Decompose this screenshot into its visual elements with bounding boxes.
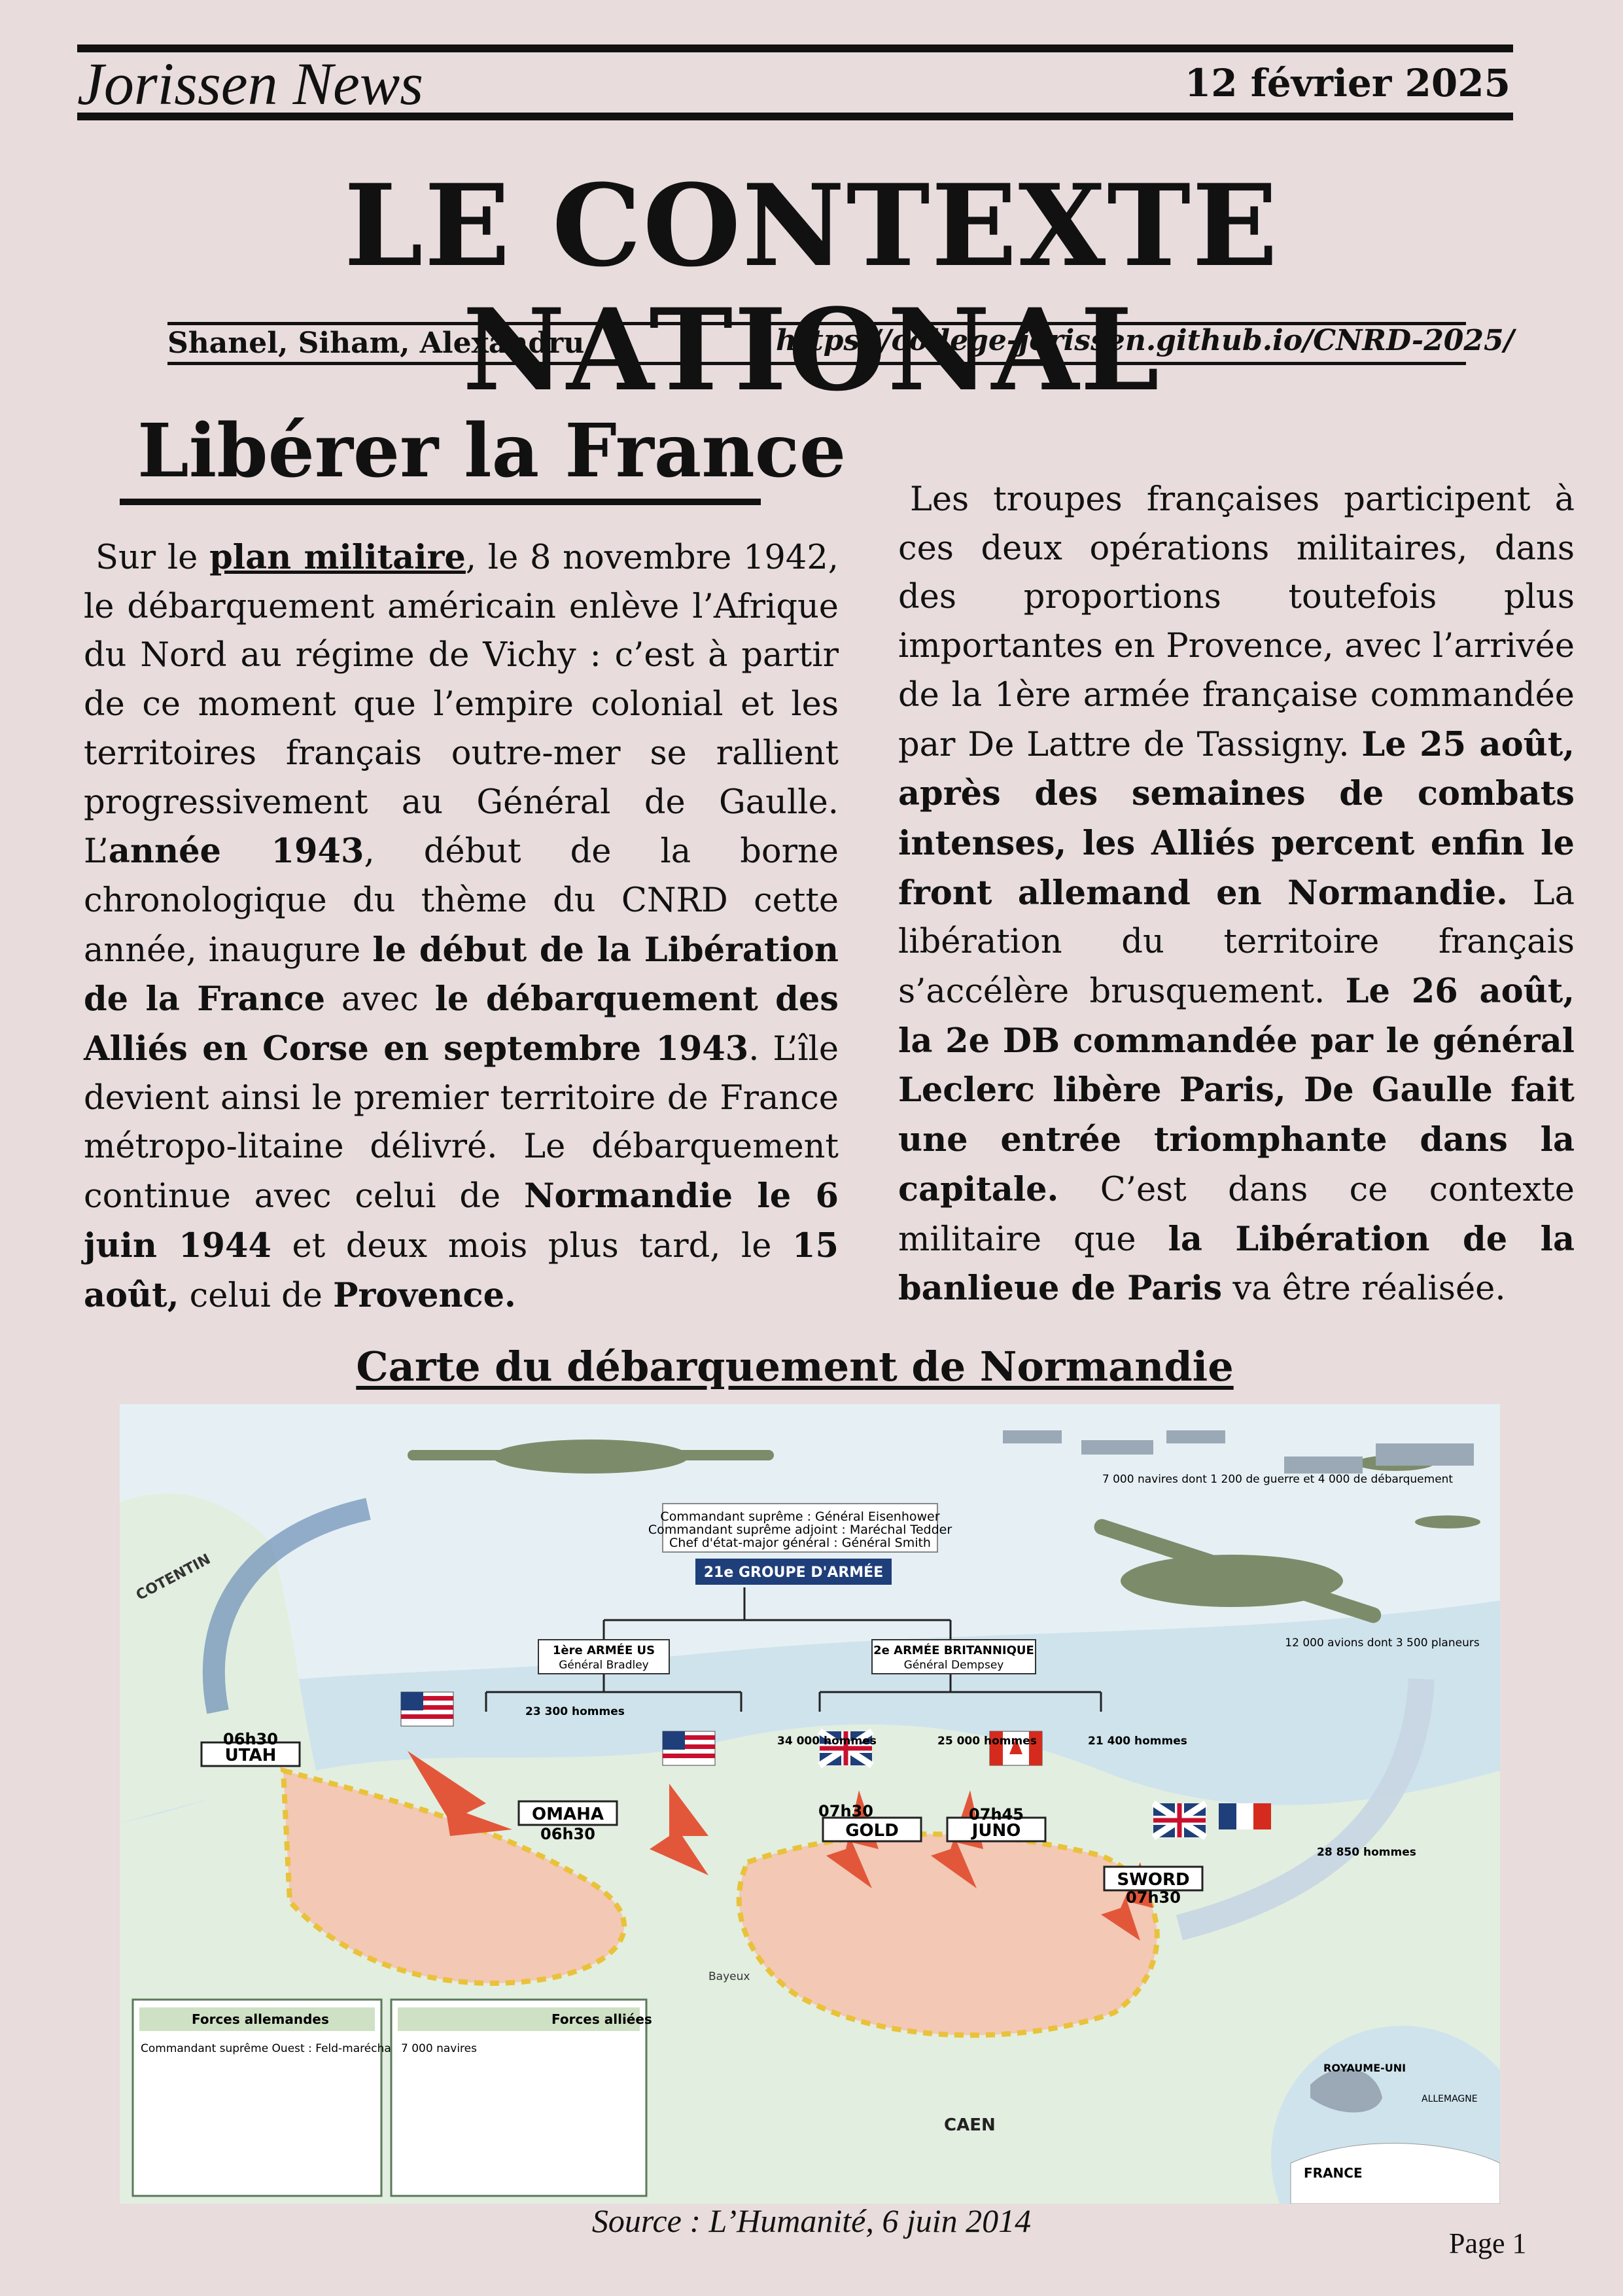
beach-name: GOLD bbox=[845, 1821, 899, 1841]
masthead-name: Jorissen News bbox=[77, 50, 423, 117]
map-aircraft-note: 12 000 avions dont 3 500 planeurs bbox=[1285, 1636, 1480, 1650]
beach-time: 07h30 bbox=[1126, 1888, 1181, 1907]
text-run: va être réalisée. bbox=[1222, 1269, 1506, 1309]
beach-time: 06h30 bbox=[540, 1825, 595, 1843]
map-source: Source : L’Humanité, 6 juin 2014 bbox=[591, 2202, 1032, 2239]
byline-authors: Shanel, Siham, Alexandru bbox=[167, 327, 585, 360]
map-uk-army: 2e ARMÉE BRITANNIQUE bbox=[873, 1643, 1034, 1657]
german-forces-title: Forces allemandes bbox=[192, 2011, 329, 2027]
page-headline: LE CONTEXTE NATIONAL bbox=[343, 159, 1280, 416]
beach-name: SWORD bbox=[1117, 1870, 1189, 1890]
section-title: Libérer la France bbox=[137, 408, 846, 494]
map-place-germany: ALLEMAGNE bbox=[1422, 2094, 1478, 2104]
text-run: , le 8 novembre 1942, le débarquement am… bbox=[84, 539, 839, 872]
beach-troops: 34 000 hommes bbox=[777, 1735, 877, 1748]
text-run: avec bbox=[325, 980, 435, 1019]
page-number: Page 1 bbox=[1449, 2227, 1527, 2259]
beach-troops: 28 850 hommes bbox=[1317, 1846, 1416, 1859]
emphasis-run: Provence. bbox=[333, 1275, 516, 1315]
emphasis-run: plan militaire bbox=[209, 538, 466, 577]
article-right-column: Les troupes françaises participent à ces… bbox=[898, 476, 1575, 1314]
text-run: celui de bbox=[179, 1276, 334, 1315]
map-place-bayeux: Bayeux bbox=[708, 1970, 750, 1983]
map-fleet-note: 7 000 navires dont 1 200 de guerre et 4 … bbox=[1102, 1473, 1454, 1486]
map-uk-general: Général Dempsey bbox=[904, 1659, 1004, 1672]
beach-troops: 25 000 hommes bbox=[937, 1735, 1037, 1748]
byline-url[interactable]: https://college-jorissen.github.io/CNRD-… bbox=[776, 323, 1514, 359]
beach-time: 07h30 bbox=[818, 1802, 873, 1820]
map-chief-of-staff: Chef d'état-major général : Général Smit… bbox=[669, 1536, 931, 1550]
map-title: Carte du débarquement de Normandie bbox=[356, 1343, 1234, 1390]
left-paragraph: Sur le plan militaire, le 8 novembre 194… bbox=[84, 533, 839, 1320]
us-flag-icon bbox=[662, 1731, 716, 1766]
text-run: Sur le bbox=[96, 539, 210, 577]
map-deputy-commander: Commandant suprême adjoint : Maréchal Te… bbox=[648, 1523, 952, 1537]
map-supreme-commander: Commandant suprême : Général Eisenhower bbox=[660, 1510, 939, 1524]
masthead-date: 12 février 2025 bbox=[1184, 61, 1510, 105]
beach-time: 07h45 bbox=[969, 1805, 1024, 1824]
text-run: et deux mois plus tard, le bbox=[271, 1226, 793, 1265]
byline-bottom-rule bbox=[167, 362, 1466, 365]
masthead-bottom-rule bbox=[77, 113, 1513, 120]
text-run: Les troupes françaises participent à ces… bbox=[898, 480, 1575, 764]
beach-name: JUNO bbox=[971, 1821, 1021, 1841]
emphasis-run: année 1943 bbox=[108, 832, 364, 872]
beach-time: 06h30 bbox=[223, 1730, 278, 1748]
uk-flag-icon bbox=[1151, 1800, 1208, 1841]
beach-name: OMAHA bbox=[532, 1805, 604, 1824]
article-left-column: Sur le plan militaire, le 8 novembre 194… bbox=[84, 533, 839, 1320]
map-place-uk: ROYAUME-UNI bbox=[1323, 2062, 1406, 2074]
map-army-group: 21e GROUPE D'ARMÉE bbox=[704, 1564, 883, 1581]
allied-forces-text: 7 000 navires bbox=[401, 2042, 477, 2055]
section-title-underline bbox=[120, 499, 761, 505]
normandy-landing-map: Commandant suprême : Général Eisenhower … bbox=[120, 1404, 1500, 2204]
map-us-general: Général Bradley bbox=[559, 1659, 649, 1672]
right-paragraph: Les troupes françaises participent à ces… bbox=[898, 476, 1575, 1314]
beach-troops: 21 400 hommes bbox=[1088, 1735, 1187, 1748]
beach-troops: 23 300 hommes bbox=[525, 1705, 625, 1718]
beach-name: UTAH bbox=[225, 1746, 277, 1765]
france-flag-icon bbox=[1219, 1803, 1271, 1829]
us-flag-icon bbox=[400, 1691, 454, 1727]
map-place-france: FRANCE bbox=[1304, 2165, 1363, 2181]
allied-forces-title: Forces alliées bbox=[551, 2011, 652, 2027]
map-place-caen: CAEN bbox=[944, 2115, 996, 2135]
map-us-army: 1ère ARMÉE US bbox=[553, 1643, 655, 1657]
